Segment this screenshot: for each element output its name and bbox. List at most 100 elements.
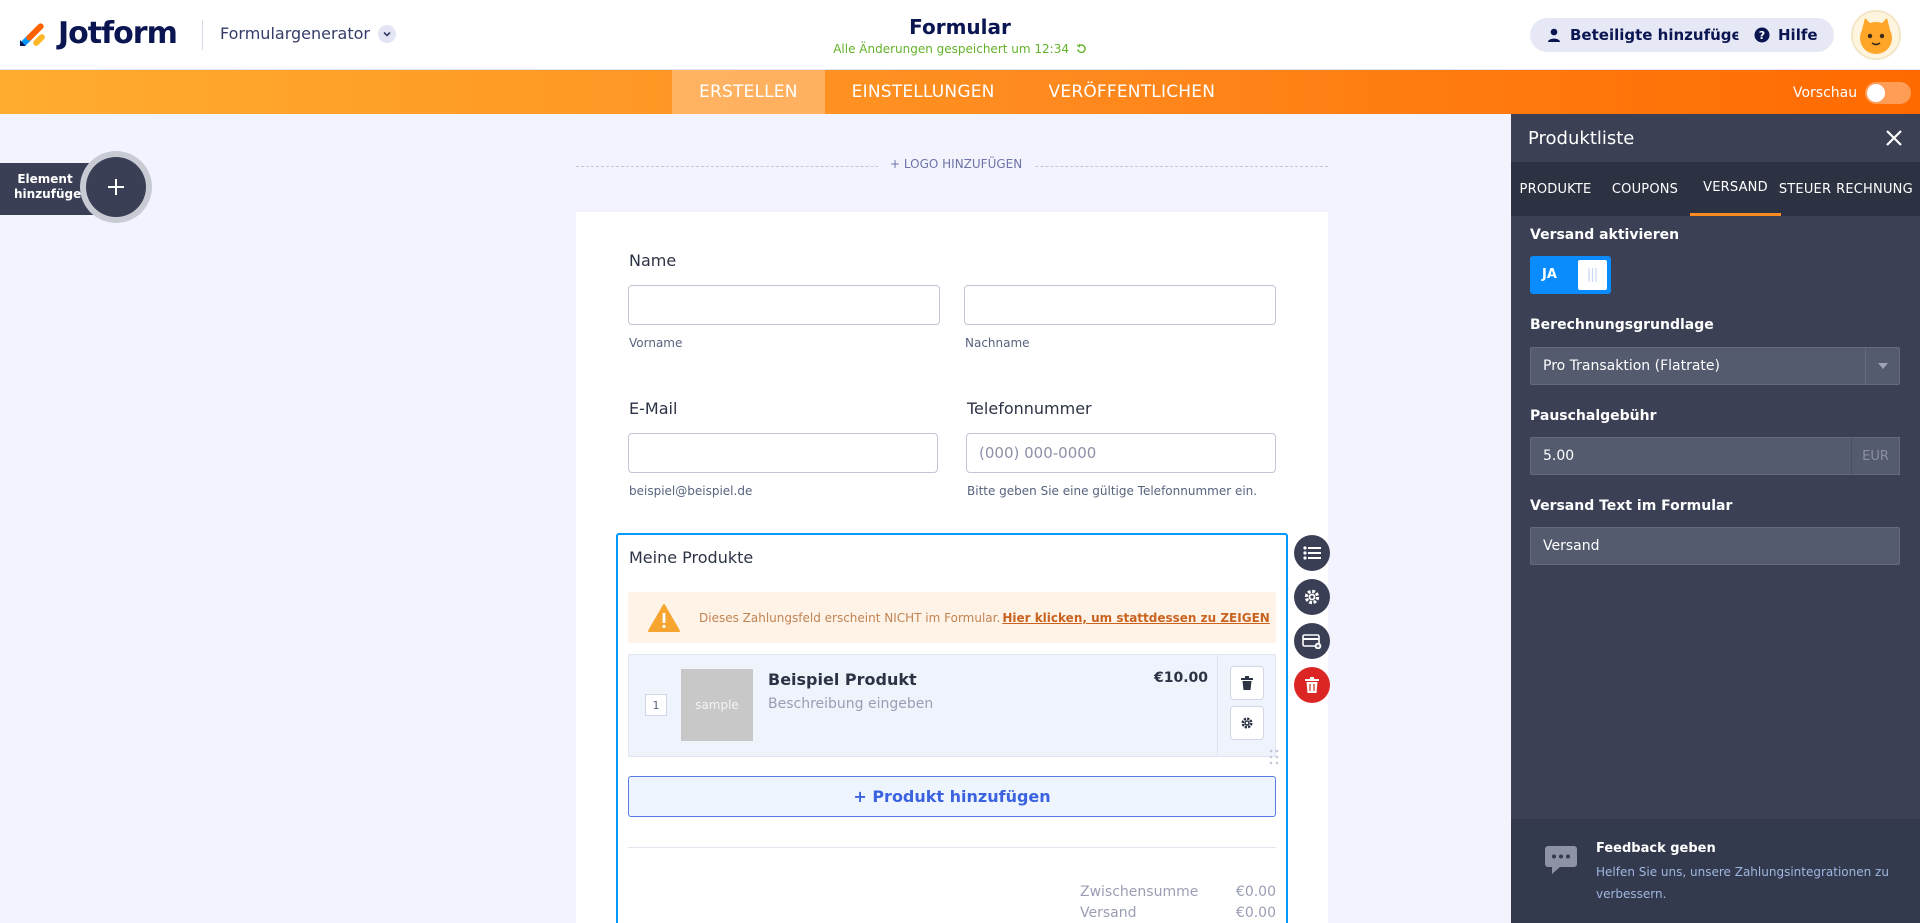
show-payment-link[interactable]: Hier klicken, um stattdessen zu ZEIGEN [1002, 611, 1270, 625]
shipping-enable-label: Versand aktivieren [1530, 227, 1680, 243]
feedback-title: Feedback geben [1596, 841, 1716, 856]
panel-tabs: PRODUKTE COUPONS VERSAND STEUER RECHNUNG [1511, 162, 1920, 216]
builder-tabs: ERSTELLEN EINSTELLUNGEN VERÖFFENTLICHEN [672, 70, 1242, 114]
tab-coupons[interactable]: COUPONS [1600, 162, 1690, 216]
product-list-tool-button[interactable] [1294, 535, 1330, 571]
last-name-input[interactable] [964, 285, 1276, 325]
calc-basis-value: Pro Transaktion (Flatrate) [1543, 358, 1720, 374]
credit-card-icon [1302, 634, 1322, 649]
tab-build[interactable]: ERSTELLEN [672, 70, 825, 114]
plus-icon [108, 179, 124, 195]
first-name-input[interactable] [628, 285, 940, 325]
toggle-knob [1578, 260, 1607, 290]
phone-sublabel: Bitte geben Sie eine gültige Telefonnumm… [967, 484, 1258, 498]
products-title: Meine Produkte [629, 548, 754, 567]
subtotal-label: Zwischensumme [1080, 884, 1199, 900]
preview-switch[interactable] [1865, 82, 1912, 104]
delete-field-button[interactable] [1294, 667, 1330, 703]
calc-basis-select[interactable]: Pro Transaktion (Flatrate) [1530, 347, 1900, 385]
panel-title: Produktliste [1528, 128, 1635, 149]
gear-icon [1241, 717, 1253, 729]
builder-menu[interactable]: Formulargenerator [220, 24, 396, 43]
tab-products[interactable]: PRODUKTE [1511, 162, 1600, 216]
panel-header: Produktliste [1511, 114, 1920, 162]
builder-menu-label: Formulargenerator [220, 24, 370, 43]
gear-icon [1304, 589, 1320, 605]
list-icon [1303, 546, 1321, 560]
help-button-label: Hilfe [1778, 26, 1818, 44]
shipping-enable-toggle[interactable]: JA [1530, 256, 1611, 294]
svg-text:?: ? [1759, 29, 1765, 42]
product-price[interactable]: €10.00 [1154, 670, 1208, 686]
tab-publish[interactable]: VERÖFFENTLICHEN [1022, 70, 1243, 114]
delete-product-button[interactable] [1230, 666, 1264, 700]
product-item[interactable]: 1 sample Beispiel Produkt Beschreibung e… [628, 654, 1276, 757]
avatar-cat-icon [1853, 12, 1899, 58]
preview-toggle[interactable]: Vorschau [1793, 82, 1912, 104]
product-settings-button[interactable] [1230, 706, 1264, 740]
totals-divider [628, 847, 1276, 848]
add-logo-button[interactable]: + LOGO HINZUFÜGEN [878, 157, 1035, 171]
help-button[interactable]: ? Hilfe [1738, 18, 1834, 52]
toggle-value: JA [1542, 267, 1557, 282]
dropdown-arrow-icon [1865, 348, 1899, 384]
tab-tax[interactable]: STEUER [1779, 162, 1831, 216]
top-bar: Jotform Formulargenerator Formular Alle … [0, 0, 1920, 70]
jotform-logo-icon [20, 22, 45, 46]
currency-unit: EUR [1851, 437, 1900, 475]
add-product-button[interactable]: + Produkt hinzufügen [628, 776, 1276, 817]
calc-basis-label: Berechnungsgrundlage [1530, 317, 1714, 333]
name-label: Name [629, 251, 677, 270]
shipping-row: Versand €0.00 [1080, 905, 1276, 921]
jotform-logo[interactable]: Jotform [18, 16, 178, 51]
subtotal-value: €0.00 [1235, 884, 1276, 900]
shipping-text-label: Versand Text im Formular [1530, 498, 1733, 514]
first-name-sublabel: Vorname [629, 336, 683, 350]
shipping-value: €0.00 [1235, 905, 1276, 921]
saved-status-text: Alle Änderungen gespeichert um 12:34 [833, 42, 1069, 56]
trash-icon [1305, 677, 1319, 693]
tab-settings[interactable]: EINSTELLUNGEN [825, 70, 1022, 114]
feedback-box[interactable]: Feedback geben Helfen Sie uns, unsere Za… [1511, 819, 1920, 923]
help-icon: ? [1754, 27, 1770, 43]
field-settings-button[interactable] [1294, 579, 1330, 615]
product-image[interactable]: sample [681, 669, 753, 741]
user-avatar[interactable] [1851, 10, 1901, 60]
trash-icon [1241, 676, 1253, 690]
tab-shipping[interactable]: VERSAND [1690, 162, 1781, 216]
phone-placeholder: (000) 000-0000 [979, 444, 1097, 462]
tab-invoice[interactable]: RECHNUNG [1829, 162, 1920, 216]
product-quantity[interactable]: 1 [645, 694, 667, 716]
add-element-label: Element hinzufügen [14, 172, 90, 201]
flat-fee-input[interactable]: 5.00 [1530, 437, 1852, 475]
flat-fee-label: Pauschalgebühr [1530, 408, 1657, 424]
subtotal-row: Zwischensumme €0.00 [1080, 884, 1276, 900]
product-description[interactable]: Beschreibung eingeben [768, 696, 933, 712]
user-icon [1548, 28, 1560, 42]
phone-label: Telefonnummer [967, 399, 1092, 418]
email-label: E-Mail [629, 399, 678, 418]
product-actions [1217, 655, 1276, 756]
product-list-panel: Produktliste PRODUKTE COUPONS VERSAND ST… [1511, 114, 1920, 923]
shipping-text-input[interactable]: Versand [1530, 527, 1900, 565]
preview-label: Vorschau [1793, 85, 1858, 101]
chevron-down-icon [378, 24, 396, 43]
shipping-label: Versand [1080, 905, 1137, 921]
payment-settings-button[interactable] [1294, 623, 1330, 659]
close-icon[interactable] [1884, 128, 1904, 148]
phone-input[interactable]: (000) 000-0000 [966, 433, 1276, 473]
warning-text: Dieses Zahlungsfeld erscheint NICHT im F… [699, 610, 1001, 625]
invite-collaborators-button[interactable]: Beteiligte hinzufügen [1530, 18, 1769, 52]
header-divider [202, 20, 203, 50]
builder-nav-bar: ERSTELLEN EINSTELLUNGEN VERÖFFENTLICHEN … [0, 70, 1920, 114]
resize-handle-icon[interactable] [1268, 748, 1280, 766]
feedback-text[interactable]: Helfen Sie uns, unsere Zahlungsintegrati… [1596, 861, 1896, 905]
product-name[interactable]: Beispiel Produkt [768, 670, 917, 689]
flat-fee-value: 5.00 [1543, 448, 1575, 464]
email-input[interactable] [628, 433, 938, 473]
history-icon[interactable] [1076, 43, 1087, 54]
add-element-plus-button[interactable] [86, 157, 146, 217]
warning-icon [648, 603, 680, 632]
payment-hidden-warning: Dieses Zahlungsfeld erscheint NICHT im F… [628, 592, 1276, 643]
chat-bubble-icon [1545, 846, 1577, 874]
